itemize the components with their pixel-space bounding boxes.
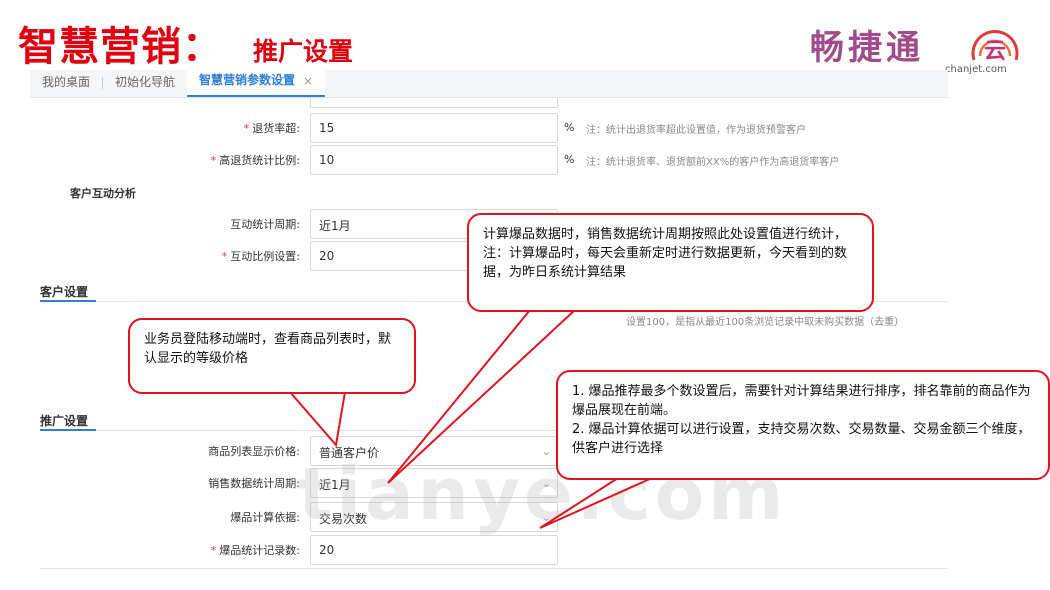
browse-history-note: 设置100，是指从最近100条浏览记录中取未购买数据（去重） [626,317,905,328]
field-label: * 爆品统计记录数: [211,542,300,558]
tab-label: 初始化导航 [115,75,176,89]
hot-basis-label: 爆品计算依据: [230,511,300,524]
interaction-period-label: 互动统计周期: [230,218,300,231]
slide-title-group: 智慧营销： 推广设置 [18,14,353,72]
section-customer-settings: 客户设置 [40,285,89,299]
section-underline [40,300,96,302]
percent-unit: % [564,121,575,134]
callout-1-text: 业务员登陆移动端时，查看商品列表时，默认显示的等级价格 [144,332,392,366]
bottom-divider [40,568,948,569]
interaction-ratio-label: 互动比例设置: [230,250,300,263]
required-mark: * [210,544,217,557]
field-label: * 高退货统计比例: [211,152,300,168]
percent-unit: % [564,153,575,166]
row-high-return: * 高退货统计比例: 10 % 注：统计退货率、退货额前XX%的客户作为高退货率客… [30,145,948,175]
close-icon[interactable]: × [303,74,313,88]
tab-bar: 我的桌面 初始化导航 智慧营销参数设置 × [30,69,948,98]
logo-text: 畅捷通 [810,28,924,68]
slide-title: 智慧营销： [18,24,223,70]
sales-period-label: 销售数据统计周期: [208,477,300,490]
hot-count-label: 爆品统计记录数: [219,544,300,557]
list-price-label: 商品列表显示价格: [208,445,300,458]
logo-cloud-icon: 云 [971,29,1019,64]
tab-label: 我的桌面 [42,75,91,89]
required-mark: * [243,122,250,135]
slide-subtitle: 推广设置 [253,37,354,66]
callout-3-line-2: 2. 爆品计算依据可以进行设置，支持交易次数、交易数量、交易金额三个维度，供客户… [572,422,1031,456]
return-rate-note: 注：统计出退货率超此设置值，作为退货预警客户 [586,125,806,136]
logo-domain: chanjet.com [945,64,1007,75]
field-label: * 退货率超: [244,120,300,136]
high-return-label: 高退货统计比例: [219,154,300,167]
high-return-note: 注：统计退货率、退货额前XX%的客户作为高退货率客户 [586,157,840,168]
section-promotion-settings: 推广设置 [40,414,89,428]
field-label: * 互动比例设置: [222,248,300,264]
tab-init-guide[interactable]: 初始化导航 [103,69,187,97]
tab-label: 智慧营销参数设置 [199,73,296,87]
high-return-input[interactable]: 10 [310,145,558,175]
callout-2-text: 计算爆品数据时，销售数据统计周期按照此处设置值进行统计，注：计算爆品时，每天会重… [483,227,848,280]
required-mark: * [210,154,217,167]
tab-my-desktop[interactable]: 我的桌面 [30,69,102,97]
return-rate-label: 退货率超: [252,122,300,135]
select-value: 近1月 [319,219,351,233]
callout-3-line-1: 1. 爆品推荐最多个数设置后，需要针对计算结果进行排序，排名靠前的商品作为爆品展… [572,384,1031,418]
return-rate-input[interactable]: 15 [310,113,558,143]
tab-smart-marketing-settings[interactable]: 智慧营销参数设置 × [187,69,326,97]
input-edge-fragment [310,98,558,108]
row-return-rate: * 退货率超: 15 % 注：统计出退货率超此设置值，作为退货预警客户 [30,113,948,143]
logo-circle-char: 云 [984,39,1006,64]
row-hot-count: * 爆品统计记录数: 20 [30,535,948,565]
callout-sales-period: 计算爆品数据时，销售数据统计周期按照此处设置值进行统计，注：计算爆品时，每天会重… [467,213,874,312]
callout-hot-products: 1. 爆品推荐最多个数设置后，需要针对计算结果进行排序，排名靠前的商品作为爆品展… [556,370,1050,480]
hot-count-input[interactable]: 20 [310,535,558,565]
required-mark: * [221,250,228,263]
callout-list-price: 业务员登陆移动端时，查看商品列表时，默认显示的等级价格 [128,318,416,394]
group-customer-interaction: 客户互动分析 [70,187,136,200]
section-underline [40,429,96,431]
